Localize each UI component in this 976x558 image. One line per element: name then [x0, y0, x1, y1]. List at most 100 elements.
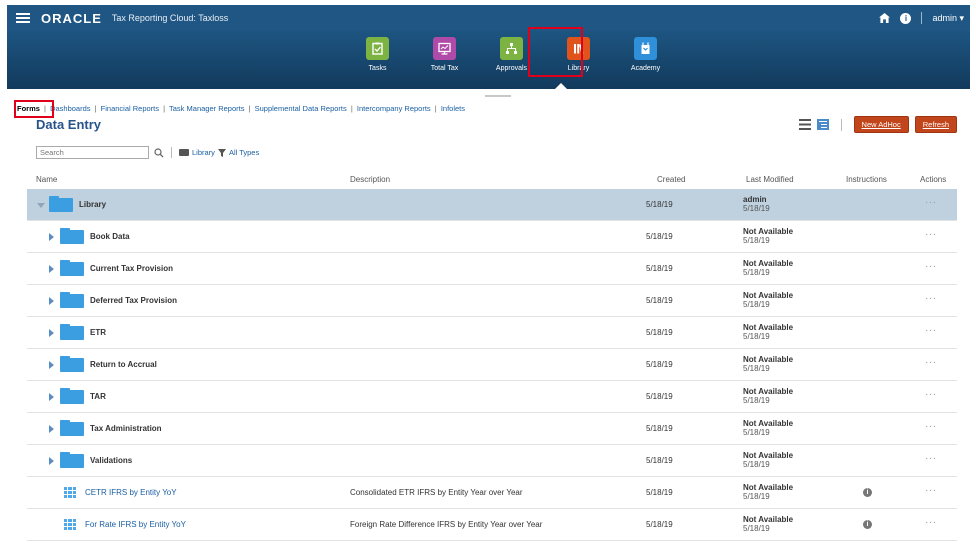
expand-triangle-icon[interactable]: [49, 393, 54, 401]
user-menu[interactable]: admin ▾: [932, 13, 964, 24]
tab-supplemental-data-reports[interactable]: Supplemental Data Reports: [255, 104, 347, 113]
folder-icon: [60, 324, 84, 340]
expand-triangle-icon[interactable]: [49, 233, 54, 241]
folder-icon: [60, 292, 84, 308]
row-last-modified: Not Available 5/18/19: [743, 387, 794, 405]
library-highlight-box: [528, 27, 583, 77]
table-row[interactable]: Validations 5/18/19 Not Available 5/18/19…: [27, 445, 957, 477]
more-actions-icon[interactable]: ···: [925, 325, 937, 336]
expand-triangle-icon[interactable]: [49, 329, 54, 337]
row-description: Foreign Rate Difference IFRS by Entity Y…: [350, 520, 543, 529]
table-row[interactable]: For Rate IFRS by Entity YoY Foreign Rate…: [27, 509, 957, 541]
tab-dashboards[interactable]: Dashboards: [50, 104, 90, 113]
row-last-modified: Not Available 5/18/19: [743, 291, 794, 309]
more-actions-icon[interactable]: ···: [925, 261, 937, 272]
more-actions-icon[interactable]: ···: [925, 197, 937, 208]
row-name[interactable]: For Rate IFRS by Entity YoY: [85, 520, 186, 529]
column-header-instructions[interactable]: Instructions: [846, 175, 887, 184]
search-icon[interactable]: [154, 147, 164, 158]
row-name[interactable]: Return to Accrual: [90, 360, 157, 369]
tab-task-manager-reports[interactable]: Task Manager Reports: [169, 104, 244, 113]
table-row[interactable]: ETR 5/18/19 Not Available 5/18/19 ···: [27, 317, 957, 349]
row-name[interactable]: Deferred Tax Provision: [90, 296, 177, 305]
row-created: 5/18/19: [646, 264, 673, 273]
row-last-modified: Not Available 5/18/19: [743, 323, 794, 341]
expand-triangle-icon[interactable]: [49, 265, 54, 273]
folder-icon: [179, 149, 189, 156]
more-actions-icon[interactable]: ···: [925, 357, 937, 368]
tree-view-icon[interactable]: [816, 119, 829, 130]
row-name[interactable]: Current Tax Provision: [90, 264, 173, 273]
row-name[interactable]: CETR IFRS by Entity YoY: [85, 488, 177, 497]
more-actions-icon[interactable]: ···: [925, 389, 937, 400]
info-icon[interactable]: i: [863, 488, 872, 497]
home-icon[interactable]: [879, 13, 891, 23]
new-adhoc-button[interactable]: New AdHoc: [853, 116, 909, 133]
table-row[interactable]: CETR IFRS by Entity YoY Consolidated ETR…: [27, 477, 957, 509]
row-last-modified: Not Available 5/18/19: [743, 515, 794, 533]
folder-icon: [60, 452, 84, 468]
expand-triangle-icon[interactable]: [49, 297, 54, 305]
nav-card-label: Approvals: [495, 65, 528, 72]
expand-triangle-icon[interactable]: [49, 361, 54, 369]
academy-icon: [634, 37, 657, 60]
oracle-logo: ORACLE: [41, 10, 102, 26]
row-created: 5/18/19: [646, 456, 673, 465]
library-tabs: Forms | Dashboards | Financial Reports |…: [17, 104, 466, 113]
table-row[interactable]: Library 5/18/19 admin 5/18/19 ···: [27, 189, 957, 221]
more-actions-icon[interactable]: ···: [925, 453, 937, 464]
folder-icon: [60, 228, 84, 244]
tab-financial-reports[interactable]: Financial Reports: [101, 104, 159, 113]
column-header-description[interactable]: Description: [350, 175, 390, 184]
row-created: 5/18/19: [646, 392, 673, 401]
collapse-handle[interactable]: [485, 95, 511, 97]
hamburger-menu-icon[interactable]: [16, 13, 30, 23]
row-last-modified: admin 5/18/19: [743, 195, 770, 213]
more-actions-icon[interactable]: ···: [925, 229, 937, 240]
help-icon[interactable]: i: [900, 12, 912, 24]
expand-triangle-icon[interactable]: [49, 425, 54, 433]
row-name[interactable]: TAR: [90, 392, 106, 401]
table-row[interactable]: Return to Accrual 5/18/19 Not Available 5…: [27, 349, 957, 381]
library-filter[interactable]: Library All Types: [179, 148, 259, 157]
nav-card-academy[interactable]: Academy: [612, 34, 679, 86]
row-name[interactable]: ETR: [90, 328, 106, 337]
table-row[interactable]: Deferred Tax Provision 5/18/19 Not Avail…: [27, 285, 957, 317]
nav-card-total-tax[interactable]: Total Tax: [411, 34, 478, 86]
table-row[interactable]: Tax Administration 5/18/19 Not Available…: [27, 413, 957, 445]
tab-intercompany-reports[interactable]: Intercompany Reports: [357, 104, 431, 113]
form-grid-icon: [64, 487, 76, 498]
row-last-modified: Not Available 5/18/19: [743, 259, 794, 277]
more-actions-icon[interactable]: ···: [925, 485, 937, 496]
tab-infolets[interactable]: Infolets: [441, 104, 465, 113]
more-actions-icon[interactable]: ···: [925, 517, 937, 528]
navigator-band: Tasks Total Tax Approvals Library Academ…: [7, 31, 970, 89]
expand-triangle-icon[interactable]: [49, 457, 54, 465]
more-actions-icon[interactable]: ···: [925, 293, 937, 304]
nav-card-tasks[interactable]: Tasks: [344, 34, 411, 86]
all-types-filter[interactable]: All Types: [229, 148, 259, 157]
row-name[interactable]: Tax Administration: [90, 424, 162, 433]
row-name[interactable]: Library: [79, 200, 106, 209]
column-header-name[interactable]: Name: [36, 175, 57, 184]
table-row[interactable]: TAR 5/18/19 Not Available 5/18/19 ···: [27, 381, 957, 413]
table-row[interactable]: Current Tax Provision 5/18/19 Not Availa…: [27, 253, 957, 285]
search-input[interactable]: [36, 146, 149, 159]
column-header-created[interactable]: Created: [657, 175, 685, 184]
table-row[interactable]: Book Data 5/18/19 Not Available 5/18/19 ·…: [27, 221, 957, 253]
refresh-button[interactable]: Refresh: [914, 116, 957, 133]
list-view-icon[interactable]: [798, 119, 811, 130]
collapse-triangle-icon[interactable]: [37, 203, 45, 208]
row-created: 5/18/19: [646, 360, 673, 369]
column-header-last-modified[interactable]: Last Modified: [746, 175, 794, 184]
info-icon[interactable]: i: [863, 520, 872, 529]
form-grid-icon: [64, 519, 76, 530]
more-actions-icon[interactable]: ···: [925, 421, 937, 432]
divider: [921, 12, 923, 24]
main-content: Forms | Dashboards | Financial Reports |…: [7, 89, 970, 558]
row-last-modified: Not Available 5/18/19: [743, 451, 794, 469]
row-last-modified: Not Available 5/18/19: [743, 355, 794, 373]
row-name[interactable]: Validations: [90, 456, 132, 465]
column-header-actions[interactable]: Actions: [920, 175, 946, 184]
row-name[interactable]: Book Data: [90, 232, 130, 241]
